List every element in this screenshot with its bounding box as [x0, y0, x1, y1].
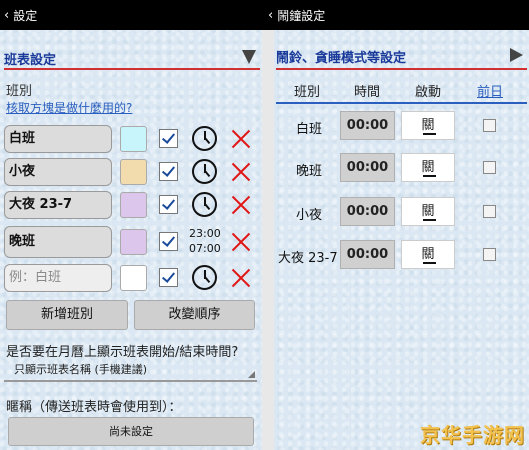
collapse-triangle-icon[interactable] [242, 50, 256, 64]
shift-checkbox[interactable] [159, 129, 178, 148]
color-swatch[interactable] [120, 159, 147, 185]
alarm-toggle[interactable]: 關 [401, 153, 455, 182]
shift-name-input[interactable]: 小夜 [4, 158, 112, 186]
shift-checkbox[interactable] [159, 162, 178, 181]
shift-settings-pane: 班表設定 班別 核取方塊是做什麼用的? 白班 小夜 大夜 23-7 晚班 23:… [0, 30, 262, 450]
shift-name-input[interactable]: 白班 [4, 125, 112, 153]
color-swatch[interactable] [120, 126, 147, 152]
nickname-label: 暱稱（傳送班表時會使用到）： [6, 400, 182, 415]
alarm-settings-pane: 鬧鈴、貪睡模式等設定 班別 時間 啟動 前日 白班 00:00 關 晚班 00:… [274, 30, 529, 450]
alarm-toggle[interactable]: 關 [401, 240, 455, 269]
column-enable: 啟動 [415, 85, 442, 100]
delete-icon[interactable] [230, 194, 252, 216]
shift-times[interactable]: 23:00 07:00 [189, 226, 221, 256]
color-swatch[interactable] [120, 229, 147, 255]
color-swatch[interactable] [120, 265, 147, 291]
column-time: 時間 [354, 85, 381, 100]
clock-icon[interactable] [192, 265, 217, 290]
delete-icon[interactable] [230, 128, 252, 150]
clock-icon[interactable] [192, 126, 217, 151]
toggle-bar [423, 219, 436, 221]
shift-label: 班別 [6, 84, 33, 99]
section-title: 班表設定 [4, 52, 57, 68]
prev-day-checkbox[interactable] [483, 248, 496, 261]
shift-name-input[interactable]: 晚班 [4, 226, 112, 258]
shift-row: 晚班 23:00 07:00 [4, 226, 258, 258]
alarm-toggle[interactable]: 關 [401, 197, 455, 226]
shift-row: 白班 [4, 125, 258, 155]
prev-day-checkbox[interactable] [483, 161, 496, 174]
right-top-bar: ‹ 鬧鐘設定 [262, 0, 529, 30]
nickname-button[interactable]: 尚未設定 [8, 417, 254, 446]
dropdown-corner-icon [248, 371, 255, 378]
back-label-settings[interactable]: 設定 [13, 7, 37, 24]
shift-settings-header[interactable]: 班表設定 [4, 48, 260, 70]
new-shift-row: 例：白班 [4, 264, 258, 294]
reorder-button[interactable]: 改變順序 [134, 300, 255, 330]
alarm-time-button[interactable]: 00:00 [340, 240, 395, 269]
select-value: 只顯示班表名稱 (手機建議) [14, 363, 148, 376]
alarm-toggle[interactable]: 關 [401, 111, 455, 140]
shift-name-input[interactable]: 大夜 23-7 [4, 191, 112, 219]
chevron-left-icon[interactable]: ‹ [4, 8, 9, 23]
prev-day-checkbox[interactable] [483, 119, 496, 132]
toggle-label: 關 [421, 247, 435, 262]
toggle-label: 關 [421, 204, 435, 219]
add-shift-button[interactable]: 新增班別 [6, 300, 128, 330]
header-divider [276, 102, 527, 104]
alarm-time-button[interactable]: 00:00 [340, 197, 395, 226]
column-shift: 班別 [294, 85, 321, 100]
clock-icon[interactable] [192, 159, 217, 184]
alarm-shift-name: 小夜 [296, 208, 323, 223]
chevron-left-icon[interactable]: ‹ [268, 8, 273, 23]
alarm-shift-name: 大夜 23-7 [278, 251, 338, 266]
toggle-label: 關 [421, 118, 435, 133]
shift-row: 大夜 23-7 [4, 191, 258, 221]
section-title: 鬧鈴、貪睡模式等設定 [276, 50, 407, 66]
toggle-bar [423, 133, 436, 135]
alarm-time-button[interactable]: 00:00 [340, 153, 395, 182]
shift-end-time: 07:00 [189, 242, 221, 255]
toggle-label: 關 [421, 160, 435, 175]
calendar-display-select[interactable]: 只顯示班表名稱 (手機建議) [4, 360, 257, 382]
shift-row: 小夜 [4, 158, 258, 188]
alarm-time-button[interactable]: 00:00 [340, 111, 395, 140]
delete-icon[interactable] [230, 161, 252, 183]
back-label-alarm[interactable]: 鬧鐘設定 [277, 7, 325, 24]
alarm-shift-name: 白班 [296, 122, 323, 137]
shift-start-time: 23:00 [189, 227, 221, 240]
color-swatch[interactable] [120, 192, 147, 218]
alarm-settings-header[interactable]: 鬧鈴、貪睡模式等設定 [276, 44, 527, 70]
delete-icon[interactable] [230, 231, 252, 253]
expand-triangle-icon[interactable] [510, 48, 523, 62]
prev-day-checkbox[interactable] [483, 205, 496, 218]
pane-divider [262, 30, 274, 450]
delete-icon[interactable] [230, 267, 252, 289]
alarm-shift-name: 晚班 [296, 164, 323, 179]
shift-checkbox[interactable] [159, 268, 178, 287]
watermark-text: 京华手游网 [420, 423, 525, 447]
toggle-bar [423, 262, 436, 264]
toggle-bar [423, 175, 436, 177]
shift-checkbox[interactable] [159, 195, 178, 214]
new-shift-input[interactable]: 例：白班 [4, 264, 112, 292]
left-top-bar: ‹ 設定 [0, 0, 262, 30]
column-prev-day[interactable]: 前日 [477, 81, 503, 100]
calendar-time-question: 是否要在月曆上顯示班表開始/結束時間? [6, 345, 239, 360]
checkbox-help-link[interactable]: 核取方塊是做什麼用的? [6, 99, 132, 116]
clock-icon[interactable] [192, 192, 217, 217]
shift-checkbox[interactable] [159, 232, 178, 251]
